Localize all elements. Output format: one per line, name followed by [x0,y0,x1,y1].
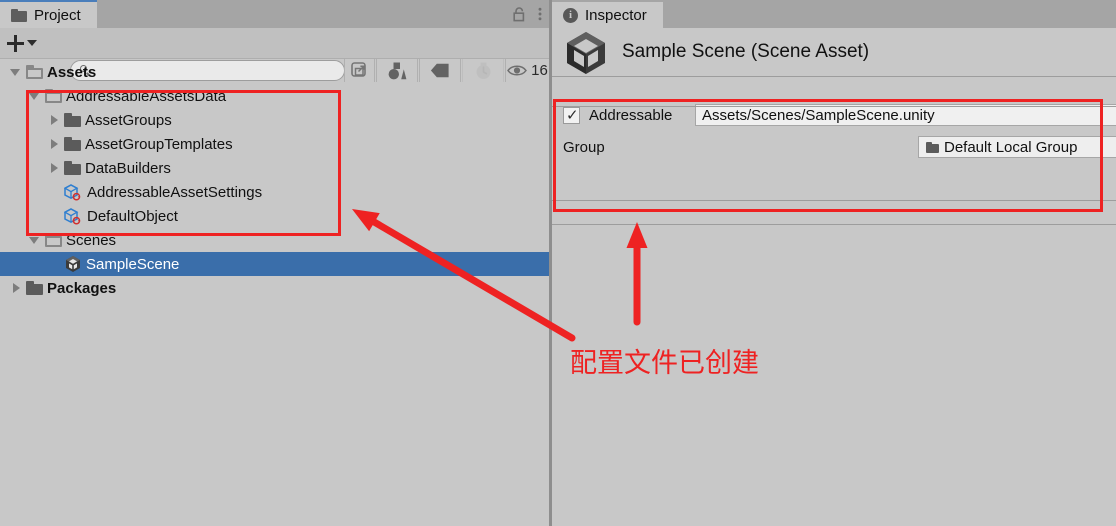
tree-row-selected[interactable]: SampleScene [0,252,549,276]
project-toolbar: 16 [0,28,549,82]
tree-row[interactable]: Assets [0,60,549,84]
check-icon: ✓ [566,106,579,124]
addressable-checkbox[interactable]: ✓ [563,106,580,124]
tree-row-label: SampleScene [86,255,180,273]
inspector-tabbar: i Inspector [552,0,1116,28]
project-asset-tree[interactable]: Assets AddressableAssetsData AssetGroups As… [0,60,549,526]
tree-row-label: Packages [47,279,117,297]
project-panel: Project 16 Assets AddressableAssetsData … [0,0,549,526]
unity-scene-asset-icon [562,29,610,75]
scriptable-object-icon [63,207,83,225]
folder-open-icon [45,233,62,247]
folder-closed-icon [64,113,81,127]
tab-inspector-label: Inspector [585,6,647,24]
tree-row-label: AssetGroups [85,111,172,129]
tab-project[interactable]: Project [0,0,97,28]
folder-icon [926,141,939,153]
info-circle-icon: i [563,7,578,23]
tree-row-label: DefaultObject [87,207,178,225]
inspector-title: Sample Scene (Scene Asset) [622,41,870,62]
tree-row[interactable]: AssetGroupTemplates [0,132,549,156]
chevron-down-icon[interactable] [29,90,42,103]
tree-row-label: Assets [47,63,97,81]
project-tabbar: Project [0,0,549,28]
group-dropdown[interactable]: Default Local Group [918,136,1116,158]
group-row: Group Default Local Group [552,134,1116,160]
tree-row-label: DataBuilders [85,159,171,177]
address-input[interactable]: Assets/Scenes/SampleScene.unity [695,104,1116,126]
unity-editor-window: Project 16 Assets AddressableAssetsData … [0,0,1116,526]
tree-row-label: AddressableAssetSettings [87,183,263,201]
tree-row[interactable]: Scenes [0,228,549,252]
addressable-label: Addressable [589,106,673,124]
inspector-header: Sample Scene (Scene Asset) [552,28,1116,76]
unity-scene-icon [64,255,82,273]
unlocked-padlock-icon[interactable] [513,6,527,22]
annotation-note: 配置文件已创建 [570,348,759,379]
folder-open-icon [45,89,62,103]
folder-closed-icon [64,137,81,151]
divider-under-addressable [552,106,1116,107]
group-label: Group [563,138,605,156]
create-asset-button[interactable] [7,32,49,54]
group-value: Default Local Group [944,138,1078,156]
tree-row-label: AssetGroupTemplates [85,135,233,153]
tree-row-label: Scenes [66,231,117,249]
kebab-menu-icon[interactable] [537,6,543,22]
divider-component-bottom [552,200,1116,201]
tree-row[interactable]: DataBuilders [0,156,549,180]
tree-row[interactable]: AddressableAssetSettings [0,180,549,204]
chevron-right-icon[interactable] [48,114,61,127]
tree-row[interactable]: AssetGroups [0,108,549,132]
chevron-down-icon[interactable] [29,234,42,247]
tree-row-label: AddressableAssetsData [66,87,227,105]
scriptable-object-icon [63,183,83,201]
chevron-right-icon[interactable] [48,162,61,175]
folder-closed-icon [26,281,43,295]
chevron-down-icon[interactable] [10,66,23,79]
plus-icon [7,34,24,52]
inspector-panel: i Inspector Sample Scene (Scene Asset) ✓… [552,0,1116,526]
divider-footer [552,224,1116,225]
chevron-right-icon[interactable] [48,138,61,151]
chevron-down-icon [27,40,37,46]
tree-row[interactable]: AddressableAssetsData [0,84,549,108]
folder-closed-icon [64,161,81,175]
folder-icon [11,8,27,22]
project-window-controls [513,0,543,28]
divider-top [552,76,1116,77]
tab-project-label: Project [34,6,81,24]
chevron-right-icon[interactable] [10,282,23,295]
inspector-body: ✓ Addressable Assets/Scenes/SampleScene.… [552,76,1116,526]
tree-row[interactable]: DefaultObject [0,204,549,228]
tab-inspector[interactable]: i Inspector [552,0,663,28]
folder-open-icon [26,65,43,79]
tree-row[interactable]: Packages [0,276,549,300]
